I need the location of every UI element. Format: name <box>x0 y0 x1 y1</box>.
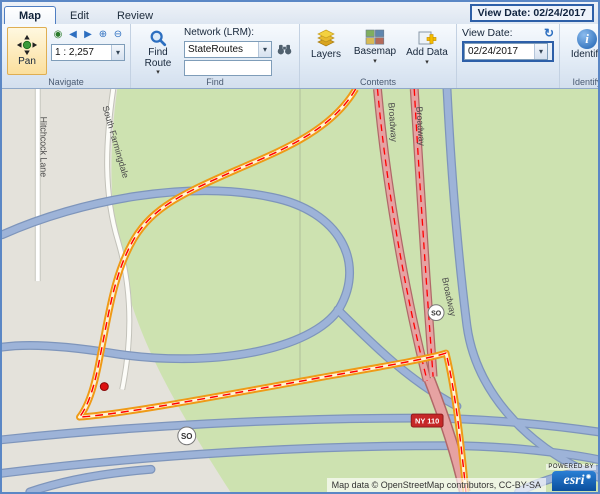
route-shield-ny110: NY 110 <box>411 414 443 427</box>
scale-select[interactable]: 1 : 2,257 ▾ <box>51 44 125 61</box>
view-date-input[interactable]: 02/24/2017 ▾ <box>464 43 548 60</box>
app-window: Map Edit Review View Date: 02/24/2017 Pa… <box>0 0 600 494</box>
esri-brand: esri <box>552 471 596 491</box>
group-view-date: View Date: ↻ 02/24/2017 ▾ <box>457 24 560 88</box>
label-hitchcock-lane: Hitchcock Lane <box>39 117 49 178</box>
esri-globe-icon <box>586 474 591 479</box>
scale-value: 1 : 2,257 <box>52 47 111 58</box>
zoom-in-icon[interactable]: ⊕ <box>96 28 110 41</box>
ribbon-tab-bar: Map Edit Review View Date: 02/24/2017 <box>2 2 598 24</box>
map-svg: SO SO NY 110 Hitchcock Lane South Farmin… <box>2 89 598 492</box>
route-point-marker[interactable] <box>100 383 108 391</box>
network-value: StateRoutes <box>185 44 258 55</box>
group-label-identify: Identify <box>560 77 600 87</box>
add-data-dropdown-arrow[interactable]: ▾ <box>425 60 429 65</box>
group-label-contents: Contents <box>300 77 456 87</box>
add-data-icon <box>417 29 437 47</box>
map-attribution: Map data © OpenStreetMap contributors, C… <box>327 478 546 492</box>
route-input[interactable] <box>184 60 272 76</box>
find-route-label: Find Route <box>139 48 177 69</box>
group-find: Find Route ▾ Network (LRM): StateRoutes … <box>131 24 300 88</box>
identify-button[interactable]: i Identify <box>565 27 600 63</box>
view-date-label: View Date: <box>462 27 513 39</box>
esri-brand-text: esri <box>564 473 585 489</box>
view-date-dropdown-arrow[interactable]: ▾ <box>534 44 547 59</box>
layers-button[interactable]: Layers <box>305 27 347 63</box>
refresh-view-date-icon[interactable]: ↻ <box>544 27 554 39</box>
scale-dropdown-arrow[interactable]: ▾ <box>111 45 124 60</box>
pan-button[interactable]: Pan <box>7 27 47 75</box>
svg-text:NY 110: NY 110 <box>415 417 439 426</box>
svg-text:SO: SO <box>431 311 442 318</box>
group-label-find: Find <box>131 77 299 87</box>
basemap-label: Basemap <box>354 47 396 58</box>
network-lrm-label: Network (LRM): <box>184 27 294 38</box>
identify-info-icon: i <box>577 29 597 49</box>
pan-icon <box>16 34 38 56</box>
search-routes-button[interactable] <box>274 40 294 58</box>
basemap-button[interactable]: Basemap ▾ <box>351 27 399 66</box>
previous-extent-icon[interactable]: ◀ <box>66 28 80 41</box>
binoculars-icon <box>277 44 292 55</box>
route-shield-2: SO <box>428 305 444 321</box>
layers-icon <box>315 29 337 49</box>
add-data-button[interactable]: Add Data ▾ <box>403 27 451 67</box>
view-date-highlight: 02/24/2017 ▾ <box>462 41 554 62</box>
tab-edit[interactable]: Edit <box>56 7 103 24</box>
tab-map[interactable]: Map <box>4 6 56 24</box>
pan-label: Pan <box>18 57 36 68</box>
find-route-icon <box>149 29 167 47</box>
group-navigate: Pan ◉ ◀ ▶ ⊕ ⊖ 1 : 2,257 ▾ Naviga <box>2 24 131 88</box>
ribbon: Pan ◉ ◀ ▶ ⊕ ⊖ 1 : 2,257 ▾ Naviga <box>2 24 598 89</box>
route-shield-1: SO <box>178 427 196 445</box>
identify-label: Identify <box>571 50 600 61</box>
powered-by-label: POWERED BY <box>546 464 596 470</box>
group-contents: Layers Basemap ▾ <box>300 24 457 88</box>
layers-label: Layers <box>311 50 341 61</box>
group-label-navigate: Navigate <box>2 77 130 87</box>
group-identify: i Identify Identify <box>560 24 600 88</box>
next-extent-icon[interactable]: ▶ <box>81 28 95 41</box>
zoom-out-icon[interactable]: ⊖ <box>111 28 125 41</box>
network-dropdown-arrow[interactable]: ▾ <box>258 42 271 57</box>
basemap-icon <box>365 29 385 46</box>
extent-toolbar: ◉ ◀ ▶ ⊕ ⊖ <box>51 28 125 41</box>
view-date-value: 02/24/2017 <box>465 46 534 57</box>
svg-text:SO: SO <box>181 432 192 441</box>
map-viewport[interactable]: SO SO NY 110 Hitchcock Lane South Farmin… <box>2 89 598 492</box>
esri-logo: POWERED BY esri <box>546 464 596 491</box>
basemap-dropdown-arrow[interactable]: ▾ <box>373 59 377 64</box>
add-data-label: Add Data <box>406 48 448 59</box>
find-route-button[interactable]: Find Route ▾ <box>136 27 180 77</box>
find-route-dropdown-arrow[interactable]: ▾ <box>156 70 160 75</box>
network-select[interactable]: StateRoutes ▾ <box>184 41 272 58</box>
full-extent-icon[interactable]: ◉ <box>51 28 65 41</box>
view-date-banner: View Date: 02/24/2017 <box>470 4 594 22</box>
tab-review[interactable]: Review <box>103 7 167 24</box>
